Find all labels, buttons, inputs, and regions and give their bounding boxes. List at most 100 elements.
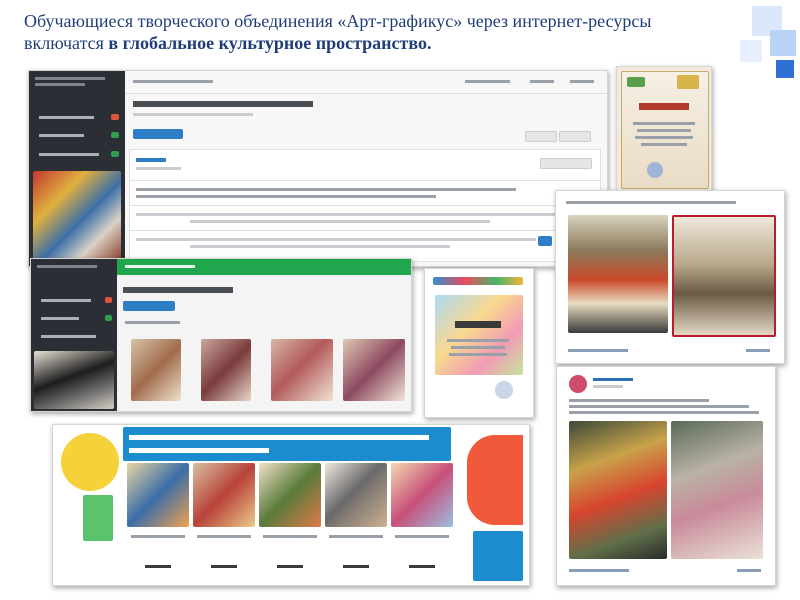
header-item[interactable] (570, 80, 594, 83)
decorative-square (740, 40, 762, 62)
banner-title (129, 435, 429, 440)
banner-artwork (127, 463, 189, 527)
table-row (190, 245, 450, 248)
header-item (125, 265, 195, 268)
page-heading (123, 287, 233, 293)
diploma-text (633, 122, 695, 125)
diploma-text (449, 353, 507, 356)
table-header (136, 188, 516, 191)
stage-heading (136, 158, 166, 162)
banner-artwork (193, 463, 255, 527)
badge (111, 132, 119, 138)
portrait-poster (568, 215, 668, 333)
artwork-number (409, 565, 435, 568)
social-post-war-portraits (555, 190, 785, 364)
post-text (569, 399, 709, 402)
header-item[interactable] (465, 80, 510, 83)
post-actions[interactable] (568, 349, 628, 352)
artwork-caption (197, 535, 251, 538)
table-row (136, 238, 536, 241)
diploma-seal (495, 381, 513, 399)
sidebar-item[interactable] (41, 317, 79, 320)
banner-shape (473, 531, 523, 581)
artwork-number (277, 565, 303, 568)
table-row (190, 220, 490, 223)
artwork-caption (131, 535, 185, 538)
uploaded-photo[interactable] (201, 339, 251, 401)
stage-date (136, 167, 181, 170)
post-views (737, 569, 761, 572)
photo-fixation-panel (30, 258, 412, 412)
uploaded-photo[interactable] (271, 339, 333, 401)
diploma-logos (433, 277, 523, 285)
banner-artwork (259, 463, 321, 527)
diploma-logo (627, 77, 645, 87)
sidebar-heading (35, 77, 105, 80)
post-date (593, 385, 623, 388)
post-actions[interactable] (569, 569, 629, 572)
row-button[interactable] (538, 236, 552, 246)
post-views (746, 349, 770, 352)
social-post-victory-window (556, 366, 776, 586)
decorative-square (776, 60, 794, 78)
diploma-seal (647, 162, 663, 178)
banner-artwork (325, 463, 387, 527)
action-button[interactable] (525, 131, 557, 142)
add-stage-button[interactable] (133, 129, 183, 139)
banner-shape (83, 495, 113, 541)
header-item[interactable] (530, 80, 554, 83)
sidebar-item[interactable] (39, 153, 99, 156)
pencils-photo (34, 351, 114, 409)
sidebar-item[interactable] (39, 134, 84, 137)
artwork-number (145, 565, 171, 568)
diploma-2 (424, 268, 534, 418)
dictation-participants-panel (28, 70, 608, 267)
diploma-art (435, 295, 523, 375)
participants-table (129, 149, 601, 262)
table-header (136, 195, 436, 198)
sidebar-heading (37, 265, 97, 268)
diploma-emblem (677, 75, 699, 89)
app-header (117, 259, 411, 275)
uploaded-photo[interactable] (343, 339, 405, 401)
artwork-caption (329, 535, 383, 538)
decorative-square (770, 30, 796, 56)
app-header (125, 71, 607, 94)
artwork-caption (263, 535, 317, 538)
diploma-text (641, 143, 687, 146)
sidebar (31, 259, 117, 411)
slide-title: Обучающиеся творческого объединения «Арт… (24, 10, 664, 54)
diploma-heading (639, 103, 689, 110)
banner-shape (61, 433, 119, 491)
uploaded-photo[interactable] (131, 339, 181, 401)
sidebar-item[interactable] (39, 116, 94, 119)
post-text (569, 405, 749, 408)
books-photo (33, 171, 121, 261)
diploma-text (447, 339, 509, 342)
pencil-portrait (672, 215, 776, 337)
sidebar-item[interactable] (41, 299, 91, 302)
sidebar-item[interactable] (41, 335, 96, 338)
banner-artwork (391, 463, 453, 527)
photo-fixation-button[interactable] (540, 158, 592, 169)
diploma-heading (455, 321, 501, 328)
badge (105, 297, 112, 303)
diploma-1 (616, 66, 712, 192)
action-button[interactable] (559, 131, 591, 142)
badge (111, 114, 119, 120)
avatar (569, 375, 587, 393)
girl-window-photo (671, 421, 763, 559)
badge (105, 315, 112, 321)
banner-shape (467, 435, 523, 525)
page-heading (133, 101, 313, 107)
uploaded-photos-label (125, 321, 180, 324)
diploma-text (635, 136, 693, 139)
art-action-teachers-banner (52, 424, 530, 586)
upload-photos-button[interactable] (123, 301, 175, 311)
banner-hashtag (129, 448, 269, 453)
post-text (566, 201, 736, 204)
badge (111, 151, 119, 157)
slide-title-bold: в глобальное культурное пространство. (108, 33, 432, 53)
sidebar (29, 71, 125, 266)
sidebar-heading (35, 83, 85, 86)
